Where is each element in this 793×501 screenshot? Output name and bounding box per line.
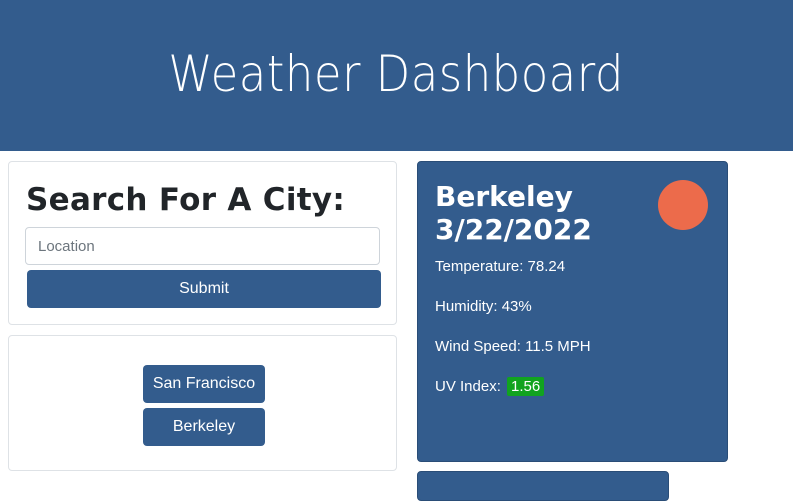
submit-button[interactable]: Submit — [27, 270, 381, 308]
history-city-button[interactable]: San Francisco — [143, 365, 265, 403]
location-input[interactable] — [25, 227, 380, 265]
uv-badge: 1.56 — [507, 377, 545, 396]
forecast-card — [417, 471, 669, 501]
wind-stat: Wind Speed: 11.5 MPH — [435, 338, 591, 355]
humidity-stat: Humidity: 43% — [435, 298, 532, 315]
current-city: Berkeley — [435, 180, 573, 213]
current-date: 3/22/2022 — [435, 213, 592, 246]
search-panel: Search For A City: Submit — [8, 161, 397, 325]
history-city-button[interactable]: Berkeley — [143, 408, 265, 446]
temperature-value: 78.24 — [527, 258, 566, 275]
page-header: Weather Dashboard — [0, 0, 793, 151]
temperature-stat: Temperature: 78.24 — [435, 258, 565, 275]
search-history-panel: San Francisco Berkeley — [8, 335, 397, 471]
wind-value: 11.5 MPH — [525, 338, 591, 355]
current-weather-card: Berkeley 3/22/2022 Temperature: 78.24 Hu… — [417, 161, 728, 462]
humidity-value: 43% — [501, 298, 532, 315]
uv-label: UV Index: — [435, 378, 501, 395]
wind-label: Wind Speed: — [435, 338, 521, 355]
humidity-label: Humidity: — [435, 298, 498, 315]
page-title: Weather Dashboard — [168, 44, 625, 103]
search-heading: Search For A City: — [26, 182, 346, 218]
temperature-label: Temperature: — [435, 258, 524, 275]
weather-icon — [658, 180, 708, 230]
uv-stat: UV Index: 1.56 — [435, 377, 545, 396]
